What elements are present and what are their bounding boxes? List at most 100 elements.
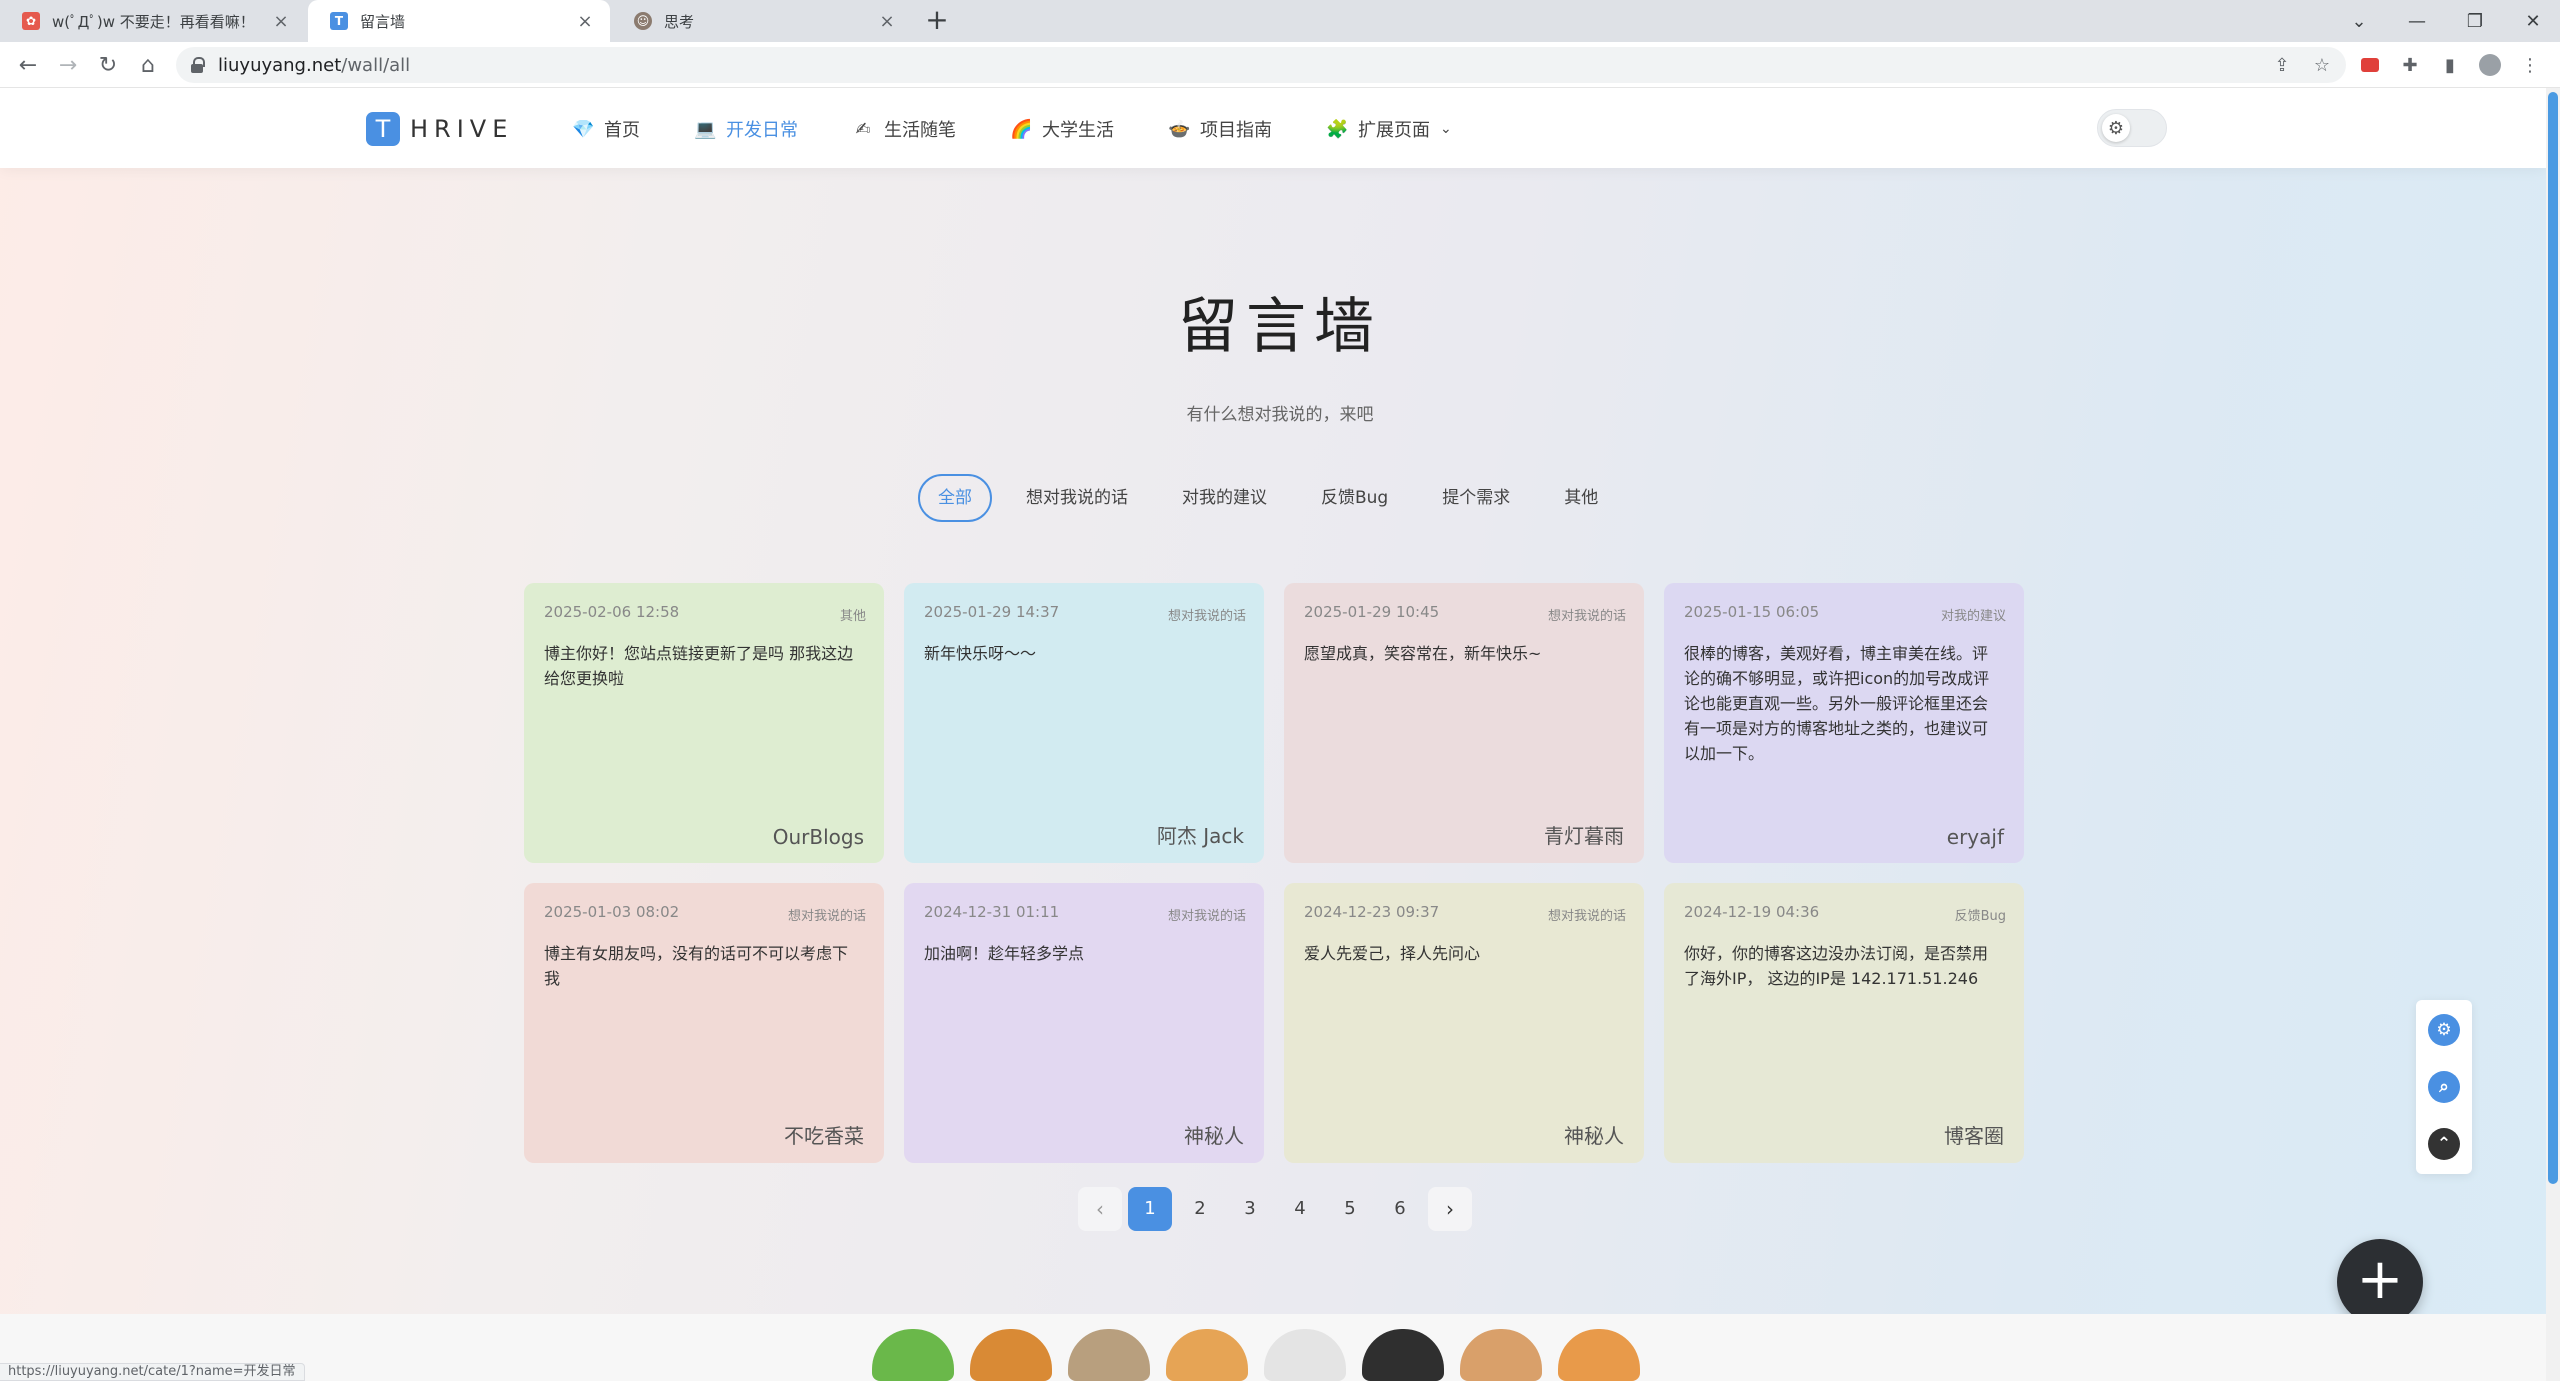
nav-label: 生活随笔: [884, 120, 956, 141]
tab-close-icon[interactable]: ×: [876, 11, 898, 32]
nav-item-life[interactable]: ✍ 生活随笔: [852, 116, 956, 142]
reload-icon[interactable]: ↻: [92, 49, 124, 81]
link-status-bar: https://liuyuyang.net/cate/1?name=开发日常: [0, 1363, 305, 1381]
site-logo[interactable]: T HRIVE: [366, 112, 513, 146]
page-scrollbar[interactable]: [2546, 88, 2560, 1381]
rabbit-icon: [1264, 1329, 1346, 1381]
card-date: 2025-02-06 12:58: [544, 603, 680, 621]
message-card[interactable]: 2025-02-06 12:58 其他 博主你好！您站点链接更新了是吗 那我这边…: [524, 583, 884, 863]
new-tab-button[interactable]: +: [920, 4, 954, 38]
tab-search-icon[interactable]: ⌄: [2330, 0, 2388, 42]
filter-suggestions[interactable]: 对我的建议: [1162, 474, 1287, 522]
card-message: 爱人先爱己，择人先问心: [1304, 944, 1481, 963]
page-button-1[interactable]: 1: [1128, 1187, 1172, 1231]
writing-hand-icon: ✍: [855, 118, 871, 140]
close-window-button[interactable]: ✕: [2504, 0, 2560, 42]
restore-button[interactable]: ❐: [2446, 0, 2504, 42]
nav-item-college[interactable]: 🌈 大学生活: [1010, 116, 1114, 142]
tab-close-icon[interactable]: ×: [574, 11, 596, 32]
card-message: 很棒的博客，美观好看，博主审美在线。评论的确不够明显，或许把icon的加号改成评…: [1684, 644, 1990, 763]
browser-toolbar: ← → ↻ ⌂ liuyuyang.net/wall/all ⇪ ☆ ✚ ▮ ⋮: [0, 42, 2560, 88]
tab-title: 留言墙: [360, 12, 406, 31]
page-button-6[interactable]: 6: [1378, 1187, 1422, 1231]
message-card[interactable]: 2025-01-29 10:45 想对我说的话 愿望成真，笑容常在，新年快乐~ …: [1284, 583, 1644, 863]
share-icon[interactable]: ⇪: [2268, 51, 2296, 79]
extension-red-icon[interactable]: [2356, 51, 2384, 79]
filter-bug-report[interactable]: 反馈Bug: [1301, 474, 1408, 522]
message-card[interactable]: 2025-01-29 14:37 想对我说的话 新年快乐呀～～ 阿杰 Jack: [904, 583, 1264, 863]
logo-text: HRIVE: [410, 115, 514, 143]
extensions-puzzle-icon[interactable]: ✚: [2396, 51, 2424, 79]
browser-menu-icon[interactable]: ⋮: [2516, 51, 2544, 79]
search-icon[interactable]: ⌕: [2428, 1071, 2460, 1103]
filter-all[interactable]: 全部: [918, 474, 992, 522]
filter-words-to-me[interactable]: 想对我说的话: [1006, 474, 1148, 522]
card-message: 加油啊！趁年轻多学点: [924, 944, 1085, 963]
settings-gear-icon[interactable]: ⚙: [2428, 1014, 2460, 1046]
message-card[interactable]: 2024-12-23 09:37 想对我说的话 爱人先爱己，择人先问心 神秘人: [1284, 883, 1644, 1163]
message-card[interactable]: 2025-01-03 08:02 想对我说的话 博主有女朋友吗，没有的话可不可以…: [524, 883, 884, 1163]
message-card[interactable]: 2024-12-31 01:11 想对我说的话 加油啊！趁年轻多学点 神秘人: [904, 883, 1264, 1163]
cat-icon: [1558, 1329, 1640, 1381]
url-text: liuyuyang.net/wall/all: [218, 54, 411, 76]
forward-arrow-icon[interactable]: →: [52, 49, 84, 81]
page-subtitle: 有什么想对我说的，来吧: [1186, 405, 1374, 425]
page-button-5[interactable]: 5: [1328, 1187, 1372, 1231]
card-author: eryajf: [1946, 825, 2004, 849]
site-header: T HRIVE 💎 首页 💻 开发日常 ✍ 生活随笔 🌈 大学生活 🍲 项目指南…: [0, 88, 2546, 168]
scrollbar-thumb[interactable]: [2548, 92, 2558, 1184]
rainbow-icon: 🌈: [1010, 118, 1033, 140]
filter-feature-request[interactable]: 提个需求: [1422, 474, 1530, 522]
nav-label: 开发日常: [726, 120, 798, 141]
home-icon[interactable]: ⌂: [132, 49, 164, 81]
mascot-animals-decoration: [872, 1324, 1682, 1381]
back-arrow-icon[interactable]: ←: [12, 49, 44, 81]
prev-page-button[interactable]: ‹: [1078, 1187, 1122, 1231]
card-date: 2024-12-19 04:36: [1684, 903, 1820, 921]
back-to-top-icon[interactable]: ⌃: [2428, 1128, 2460, 1160]
theme-toggle[interactable]: ⚙: [2097, 109, 2167, 147]
message-card[interactable]: 2024-12-19 04:36 反馈Bug 你好，你的博客这边没办法订阅，是否…: [1664, 883, 2024, 1163]
logo-mark: T: [366, 112, 400, 146]
card-message: 博主你好！您站点链接更新了是吗 那我这边给您更换啦: [544, 644, 854, 688]
filter-other[interactable]: 其他: [1544, 474, 1618, 522]
corgi-icon: [1166, 1329, 1248, 1381]
nav-item-dev[interactable]: 💻 开发日常: [694, 116, 798, 142]
card-message: 博主有女朋友吗，没有的话可不可以考虑下我: [544, 944, 849, 988]
add-message-button[interactable]: +: [2337, 1239, 2423, 1325]
bookmark-star-icon[interactable]: ☆: [2308, 51, 2336, 79]
nav-item-projects[interactable]: 🍲 项目指南: [1168, 116, 1272, 142]
tab-close-icon[interactable]: ×: [270, 11, 292, 32]
nav-label: 扩展页面: [1358, 120, 1430, 141]
gorilla-icon: [1362, 1329, 1444, 1381]
page-button-3[interactable]: 3: [1228, 1187, 1272, 1231]
browser-tab-3[interactable]: ☺ 思考 ×: [612, 0, 912, 42]
card-author: 神秘人: [1564, 1124, 1624, 1148]
minimize-button[interactable]: —: [2388, 0, 2446, 42]
profile-avatar-icon[interactable]: [2476, 51, 2504, 79]
card-category: 想对我说的话: [787, 909, 866, 924]
side-panel-icon[interactable]: ▮: [2436, 51, 2464, 79]
floating-toolbar: ⚙ ⌕ ⌃: [2416, 1000, 2472, 1174]
otter-icon: [1068, 1329, 1150, 1381]
card-message: 你好，你的博客这边没办法订阅，是否禁用了海外IP， 这边的IP是 142.171…: [1684, 944, 1989, 988]
site-favicon-icon: T: [330, 12, 348, 30]
card-author: 博客圈: [1944, 1124, 2004, 1148]
nav-item-extend[interactable]: 🧩 扩展页面 ⌄: [1326, 116, 1452, 142]
laptop-icon: 💻: [694, 118, 717, 140]
message-card[interactable]: 2025-01-15 06:05 对我的建议 很棒的博客，美观好看，博主审美在线…: [1664, 583, 2024, 863]
next-page-button[interactable]: ›: [1428, 1187, 1472, 1231]
address-bar[interactable]: liuyuyang.net/wall/all: [176, 47, 2346, 83]
card-date: 2024-12-23 09:37: [1304, 903, 1440, 921]
gear-icon: ⚙: [2102, 114, 2130, 142]
page-button-2[interactable]: 2: [1178, 1187, 1222, 1231]
nav-item-home[interactable]: 💎 首页: [572, 116, 640, 142]
browser-tab-1[interactable]: ✿ w(ﾟДﾟ)w 不要走！再看看嘛！ ×: [0, 0, 306, 42]
card-category: 其他: [839, 609, 866, 624]
card-category: 想对我说的话: [1167, 609, 1246, 624]
card-author: 不吃香菜: [784, 1124, 864, 1148]
page-button-4[interactable]: 4: [1278, 1187, 1322, 1231]
browser-tab-2-active[interactable]: T 留言墙 ×: [308, 0, 610, 42]
card-category: 想对我说的话: [1547, 609, 1626, 624]
card-author: 阿杰 Jack: [1156, 824, 1244, 848]
